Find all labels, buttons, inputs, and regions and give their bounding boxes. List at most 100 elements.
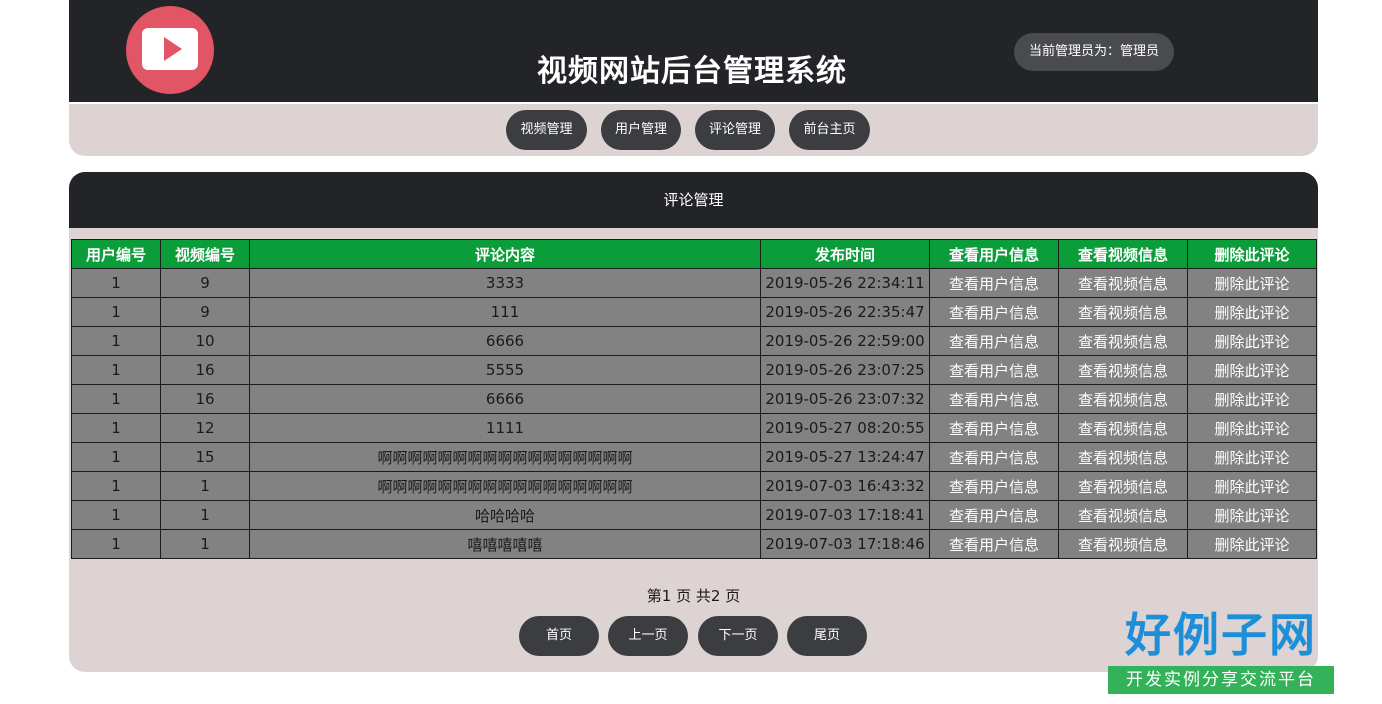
main-nav: 视频管理 用户管理 评论管理 前台主页 [69,104,1318,156]
column-header: 删除此评论 [1187,239,1317,269]
view-user-info-link[interactable]: 查看用户信息 [929,413,1059,443]
view-video-info-link[interactable]: 查看视频信息 [1058,529,1188,559]
cell-user-id: 1 [71,442,161,472]
delete-comment-link[interactable]: 删除此评论 [1187,529,1317,559]
view-user-info-link[interactable]: 查看用户信息 [929,297,1059,327]
current-admin-badge: 当前管理员为：管理员 [1014,33,1174,71]
cell-user-id: 1 [71,384,161,414]
table-row: 1 1 哈哈哈哈 2019-07-03 17:18:41 查看用户信息 查看视频信息 删除此… [71,500,1317,530]
table-row: 1 10 6666 2019-05-26 22:59:00 查看用户信息 查看视频信息 删除… [71,326,1317,356]
cell-publish-time: 2019-07-03 16:43:32 [760,471,930,501]
brand-tagline: 开发实例分享交流平台 [1108,666,1334,694]
cell-publish-time: 2019-05-26 22:35:47 [760,297,930,327]
cell-video-id: 1 [160,529,250,559]
first-page-button[interactable]: 首页 [519,616,599,656]
delete-comment-link[interactable]: 删除此评论 [1187,442,1317,472]
view-user-info-link[interactable]: 查看用户信息 [929,529,1059,559]
cell-video-id: 16 [160,355,250,385]
column-header: 评论内容 [249,239,761,269]
cell-video-id: 1 [160,471,250,501]
cell-video-id: 9 [160,297,250,327]
nav-frontend-home[interactable]: 前台主页 [789,110,870,150]
nav-user-management[interactable]: 用户管理 [601,110,681,150]
view-user-info-link[interactable]: 查看用户信息 [929,268,1059,298]
cell-user-id: 1 [71,268,161,298]
cell-comment-content: 啊啊啊啊啊啊啊啊啊啊啊啊啊啊啊啊啊 [249,442,761,472]
table-row: 1 15 啊啊啊啊啊啊啊啊啊啊啊啊啊啊啊啊啊 2019-05-27 13:24:47 查… [71,442,1317,472]
prev-page-button[interactable]: 上一页 [608,616,688,656]
cell-comment-content: 6666 [249,384,761,414]
cell-user-id: 1 [71,297,161,327]
cell-publish-time: 2019-05-27 13:24:47 [760,442,930,472]
cell-publish-time: 2019-05-26 22:34:11 [760,268,930,298]
column-header: 查看用户信息 [929,239,1059,269]
table-row: 1 16 6666 2019-05-26 23:07:32 查看用户信息 查看视频信息 删除… [71,384,1317,414]
cell-publish-time: 2019-07-03 17:18:41 [760,500,930,530]
next-page-button[interactable]: 下一页 [698,616,778,656]
cell-video-id: 1 [160,500,250,530]
view-video-info-link[interactable]: 查看视频信息 [1058,297,1188,327]
table-header-row: 用户编号 视频编号 评论内容 发布时间 查看用户信息 查看视频信息 删除此评论 [71,239,1317,269]
delete-comment-link[interactable]: 删除此评论 [1187,268,1317,298]
cell-publish-time: 2019-05-27 08:20:55 [760,413,930,443]
cell-comment-content: 111 [249,297,761,327]
comments-table: 用户编号 视频编号 评论内容 发布时间 查看用户信息 查看视频信息 删除此评论 … [71,239,1317,559]
column-header: 用户编号 [71,239,161,269]
play-icon [142,28,198,70]
cell-comment-content: 3333 [249,268,761,298]
view-user-info-link[interactable]: 查看用户信息 [929,500,1059,530]
column-header: 查看视频信息 [1058,239,1188,269]
view-video-info-link[interactable]: 查看视频信息 [1058,442,1188,472]
cell-user-id: 1 [71,326,161,356]
view-video-info-link[interactable]: 查看视频信息 [1058,471,1188,501]
view-video-info-link[interactable]: 查看视频信息 [1058,326,1188,356]
view-user-info-link[interactable]: 查看用户信息 [929,471,1059,501]
cell-comment-content: 5555 [249,355,761,385]
column-header: 视频编号 [160,239,250,269]
cell-user-id: 1 [71,471,161,501]
table-row: 1 9 111 2019-05-26 22:35:47 查看用户信息 查看视频信息 删除此评… [71,297,1317,327]
cell-user-id: 1 [71,413,161,443]
cell-video-id: 9 [160,268,250,298]
cell-publish-time: 2019-07-03 17:18:46 [760,529,930,559]
nav-comment-management[interactable]: 评论管理 [695,110,775,150]
nav-video-management[interactable]: 视频管理 [506,110,587,150]
delete-comment-link[interactable]: 删除此评论 [1187,355,1317,385]
view-video-info-link[interactable]: 查看视频信息 [1058,500,1188,530]
delete-comment-link[interactable]: 删除此评论 [1187,471,1317,501]
table-row: 1 1 啊啊啊啊啊啊啊啊啊啊啊啊啊啊啊啊啊 2019-07-03 16:43:32 查看… [71,471,1317,501]
site-header: 视频网站后台管理系统 当前管理员为：管理员 [69,0,1318,102]
brand-name: 好例子网 [1125,608,1317,662]
cell-video-id: 10 [160,326,250,356]
cell-comment-content: 啊啊啊啊啊啊啊啊啊啊啊啊啊啊啊啊啊 [249,471,761,501]
view-video-info-link[interactable]: 查看视频信息 [1058,384,1188,414]
cell-video-id: 15 [160,442,250,472]
delete-comment-link[interactable]: 删除此评论 [1187,413,1317,443]
delete-comment-link[interactable]: 删除此评论 [1187,326,1317,356]
cell-user-id: 1 [71,500,161,530]
delete-comment-link[interactable]: 删除此评论 [1187,384,1317,414]
view-video-info-link[interactable]: 查看视频信息 [1058,268,1188,298]
watermark-brand: 好例子网 开发实例分享交流平台 [1108,604,1334,694]
cell-comment-content: 嘻嘻嘻嘻嘻 [249,529,761,559]
last-page-button[interactable]: 尾页 [787,616,867,656]
page-title: 视频网站后台管理系统 [537,54,847,89]
site-logo[interactable] [126,6,214,94]
delete-comment-link[interactable]: 删除此评论 [1187,297,1317,327]
cell-video-id: 16 [160,384,250,414]
view-user-info-link[interactable]: 查看用户信息 [929,442,1059,472]
table-row: 1 1 嘻嘻嘻嘻嘻 2019-07-03 17:18:46 查看用户信息 查看视频信息 删除… [71,529,1317,559]
table-row: 1 16 5555 2019-05-26 23:07:25 查看用户信息 查看视频信息 删除… [71,355,1317,385]
view-video-info-link[interactable]: 查看视频信息 [1058,355,1188,385]
table-row: 1 12 1111 2019-05-27 08:20:55 查看用户信息 查看视频信息 删除… [71,413,1317,443]
cell-publish-time: 2019-05-26 22:59:00 [760,326,930,356]
view-user-info-link[interactable]: 查看用户信息 [929,355,1059,385]
cell-video-id: 12 [160,413,250,443]
cell-publish-time: 2019-05-26 23:07:32 [760,384,930,414]
view-user-info-link[interactable]: 查看用户信息 [929,326,1059,356]
comment-management-panel: 评论管理 用户编号 视频编号 评论内容 发布时间 查看用户信息 查看视频信息 删… [69,172,1318,672]
view-video-info-link[interactable]: 查看视频信息 [1058,413,1188,443]
cell-comment-content: 哈哈哈哈 [249,500,761,530]
view-user-info-link[interactable]: 查看用户信息 [929,384,1059,414]
delete-comment-link[interactable]: 删除此评论 [1187,500,1317,530]
